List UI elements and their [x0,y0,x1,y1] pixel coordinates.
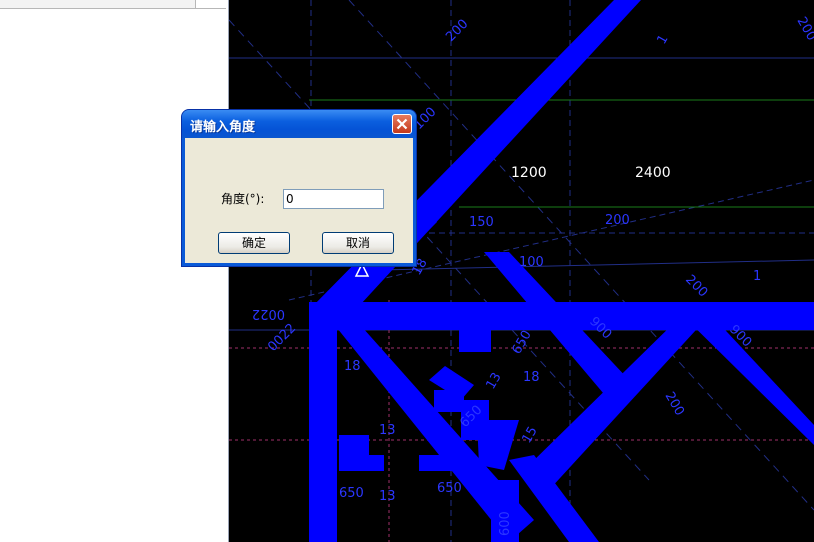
dim-label-1200: 1200 [511,165,547,181]
dim-label: 18 [344,359,361,374]
dim-label: 650 [509,328,534,357]
dim-label: 200 [443,17,471,45]
dim-label: 13 [483,370,504,392]
dim-label: 1 [753,269,761,284]
dim-label-2400: 2400 [635,165,671,181]
angle-input-dialog: 请输入角度 角度(°): 确定 取消 [182,110,416,266]
close-icon [396,118,408,130]
dim-label: 600 [498,511,513,536]
dim-label: 200 [662,390,687,419]
dim-label: 150 [469,215,494,230]
close-button[interactable] [392,114,412,134]
dim-label: 15 [519,424,540,446]
dim-label: 200 [605,213,630,228]
dim-label: 1 [654,32,671,47]
cad-drawing: 200 100 150 200 100 200 0022 0022 900 90… [229,0,814,542]
dim-label: 0022 [265,321,299,355]
angle-input[interactable] [283,189,384,209]
dim-label: 13 [379,423,396,438]
cancel-button[interactable]: 取消 [322,232,394,254]
dim-label: 0022 [252,306,285,321]
dim-label: 650 [339,486,364,501]
dim-label: 13 [379,489,396,504]
cad-drawing-canvas[interactable]: 200 100 150 200 100 200 0022 0022 900 90… [229,0,814,542]
panel-header-cell [195,0,226,9]
dim-label: 100 [519,255,544,270]
ok-button[interactable]: 确定 [218,232,290,254]
angle-label: 角度(°): [221,192,265,206]
dialog-title-bar[interactable]: 请输入角度 [182,110,416,138]
dialog-title: 请输入角度 [190,120,256,135]
dim-label: 18 [523,370,540,385]
left-panel [0,0,229,542]
dim-label: 200 [794,15,814,44]
dim-label: 200 [682,272,710,300]
dim-label: 650 [437,481,462,496]
panel-header-strip [0,0,195,9]
dialog-body: 角度(°): 确定 取消 [185,138,413,263]
